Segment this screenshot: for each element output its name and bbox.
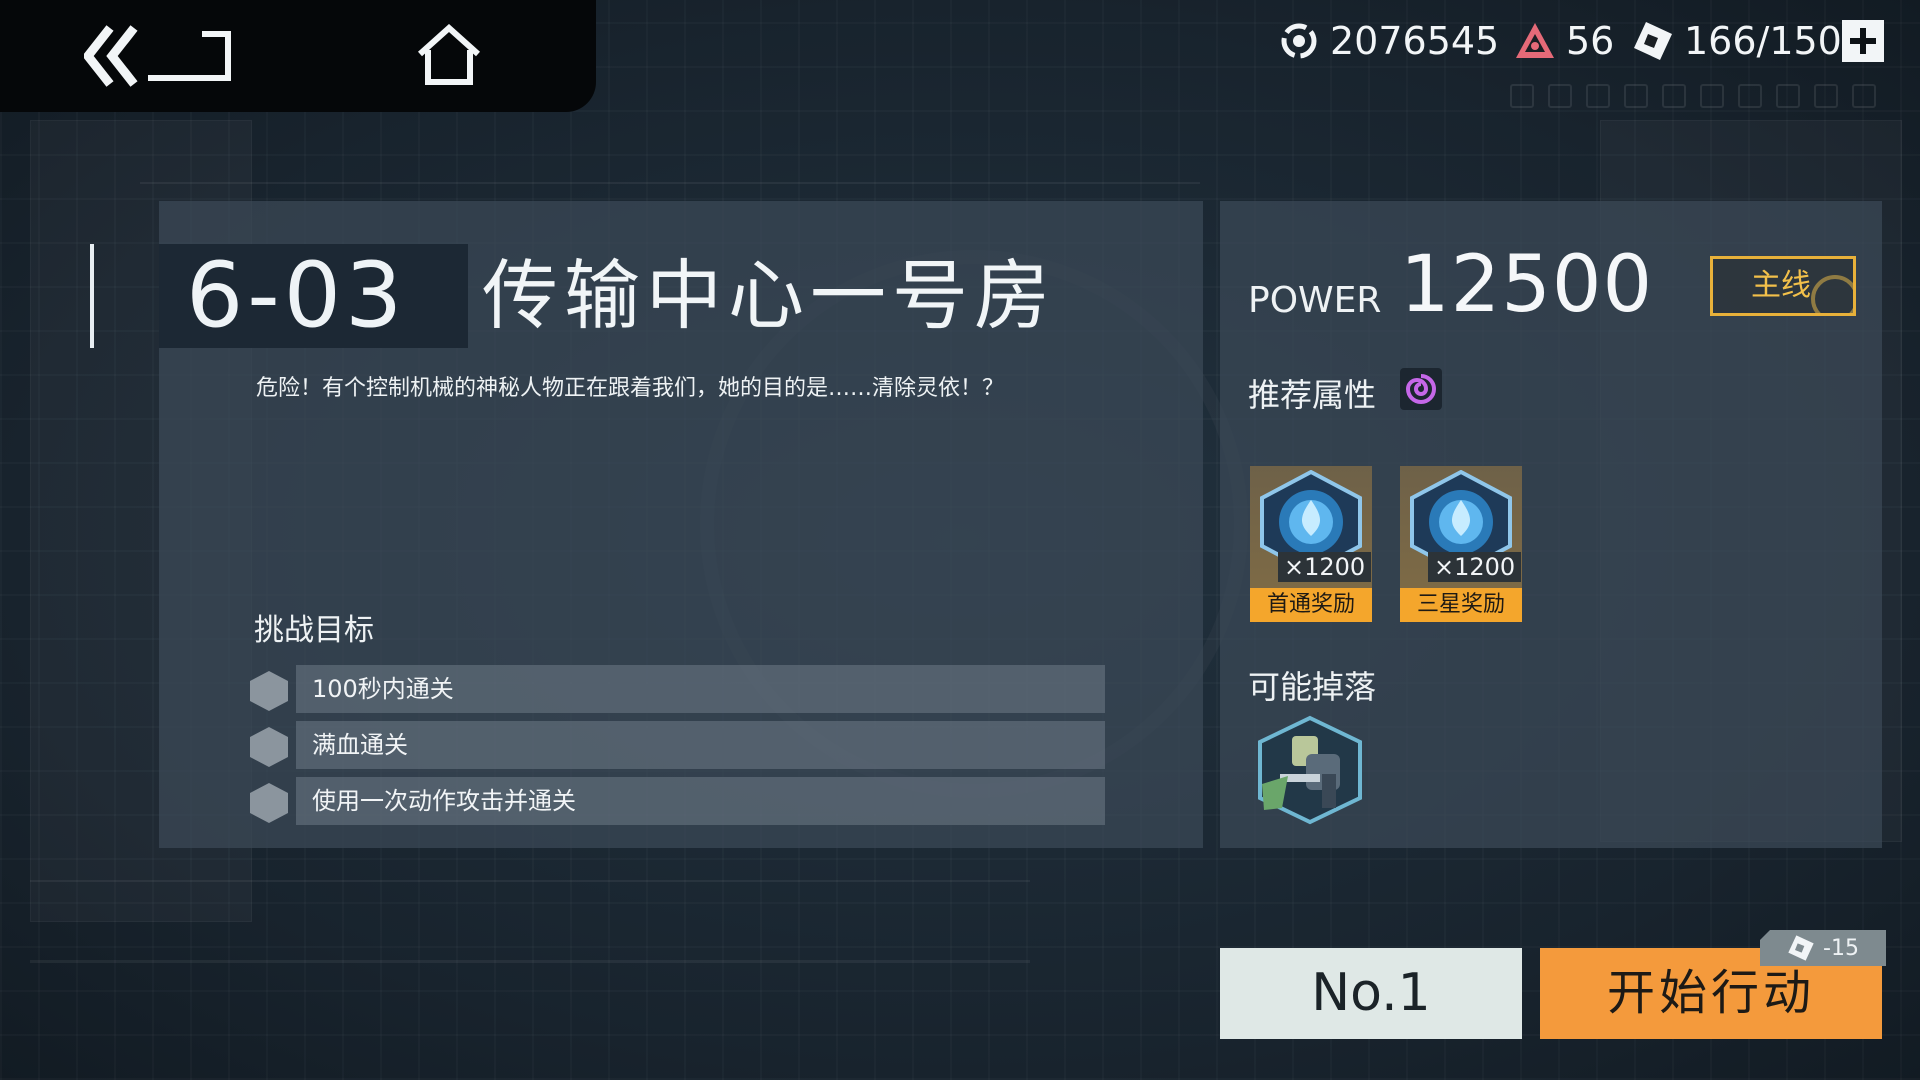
gear-coin-icon	[1281, 23, 1317, 59]
coin-counter: 2076545	[1278, 12, 1499, 70]
double-chevron-back-icon	[82, 25, 231, 87]
bg-square	[1738, 84, 1762, 108]
reward-count: ×1200	[1428, 552, 1522, 582]
reward-tag: 三星奖励	[1400, 588, 1522, 622]
tag-label: 主线	[1751, 268, 1811, 303]
possible-drops-label: 可能掉落	[1248, 668, 1377, 706]
home-button[interactable]	[416, 23, 482, 88]
add-stamina-button[interactable]	[1842, 20, 1884, 62]
bg-line	[30, 880, 1030, 882]
bg-square	[1776, 84, 1800, 108]
goal-text: 使用一次动作攻击并通关	[312, 787, 576, 815]
goal-text: 满血通关	[312, 731, 408, 759]
crystal-counter: 56	[1514, 12, 1614, 70]
power-label: POWER	[1248, 280, 1382, 321]
first-clear-reward[interactable]: ×1200 首通奖励	[1250, 466, 1372, 622]
stamina-value: 166/150	[1684, 19, 1842, 63]
crystal-value: 56	[1566, 19, 1615, 63]
bg-square	[1548, 84, 1572, 108]
goal-hex-icon	[250, 671, 288, 711]
ticket-stamina-icon	[1788, 935, 1814, 961]
warning-crystal-icon	[1516, 23, 1554, 58]
bg-square	[1814, 84, 1838, 108]
bg-line	[30, 960, 1030, 963]
goal-hex-icon	[250, 783, 288, 823]
recommended-attr-label: 推荐属性	[1248, 376, 1377, 414]
bg-square	[1852, 84, 1876, 108]
stamina-cost-badge: -15	[1760, 930, 1886, 966]
stage-accent-bar	[90, 244, 94, 348]
home-icon	[417, 23, 481, 85]
goal-item: 使用一次动作攻击并通关	[250, 777, 1105, 825]
stage-description: 危险！有个控制机械的神秘人物正在跟着我们，她的目的是……清除灵依！？	[256, 376, 1005, 401]
bg-line	[140, 182, 1200, 184]
reward-count: ×1200	[1278, 552, 1372, 582]
mech-robot-icon	[1258, 715, 1362, 825]
stage-title: 传输中心一号房	[482, 251, 1056, 340]
power-value: 12500	[1400, 240, 1654, 330]
goal-text: 100秒内通关	[312, 675, 454, 703]
tag-deco-icon	[1811, 275, 1853, 313]
main-story-tag: 主线	[1710, 256, 1856, 316]
coin-value: 2076545	[1330, 19, 1500, 63]
ticket-stamina-icon	[1634, 22, 1672, 60]
goal-hex-icon	[250, 727, 288, 767]
reward-tag: 首通奖励	[1250, 588, 1372, 622]
goal-item: 满血通关	[250, 721, 1105, 769]
stamina-cost: -15	[1823, 935, 1859, 961]
stage-code: 6-03	[186, 243, 407, 348]
bg-square	[1662, 84, 1686, 108]
stamina-counter: 166/150	[1632, 12, 1842, 70]
spiral-attribute-icon[interactable]	[1400, 368, 1442, 410]
goals-title: 挑战目标	[254, 613, 374, 648]
rank-button[interactable]: No.1	[1220, 948, 1522, 1039]
bg-square	[1510, 84, 1534, 108]
three-star-reward[interactable]: ×1200 三星奖励	[1400, 466, 1522, 622]
bg-square	[1586, 84, 1610, 108]
goal-bar	[296, 721, 1105, 769]
bg-square	[1624, 84, 1648, 108]
goal-item: 100秒内通关	[250, 665, 1105, 713]
drop-item[interactable]	[1252, 714, 1368, 826]
back-button[interactable]	[82, 24, 234, 88]
bg-square	[1700, 84, 1724, 108]
